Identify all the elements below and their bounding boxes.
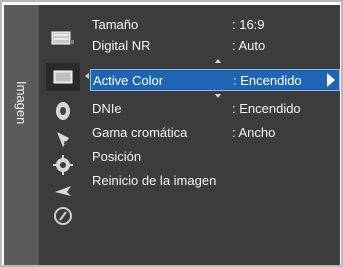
menu-row-label: Reinicio de la imagen [92, 173, 217, 188]
sound-icon[interactable] [51, 101, 75, 121]
tv-menu: Imagen Tamaño: 16:9 Digital NR: Auto A… [4, 5, 340, 265]
submenu-arrow-icon[interactable] [327, 73, 335, 87]
menu-row-label: Digital NR [92, 38, 151, 53]
picture-settings-icon[interactable] [46, 63, 80, 91]
support-icon[interactable] [51, 206, 75, 226]
settings-gear-icon[interactable] [51, 155, 75, 175]
category-icons [39, 5, 85, 265]
menu-row-value: : 16:9 [232, 17, 265, 32]
menu-row-value: : Auto [232, 38, 266, 53]
menu-row-label: DNIe [92, 101, 122, 116]
menu-row-label: Tamaño [92, 17, 139, 32]
screen-frame: Imagen Tamaño: 16:9 Digital NR: Auto A… [0, 0, 343, 267]
active-category-arrow-icon [85, 73, 89, 79]
menu-row-label: Posición [92, 149, 142, 164]
menu-row-digital-nr[interactable]: Digital NR : Auto [92, 36, 340, 56]
section-title: Imagen [14, 81, 29, 125]
menu-row-value: : Encendido [233, 73, 302, 88]
picture-tv-icon[interactable] [51, 29, 75, 49]
menu-row-size[interactable]: Tamaño : 16:9 [92, 15, 340, 35]
menu-row-dnie[interactable]: DNIe : Encendido [92, 99, 340, 119]
channel-icon[interactable] [51, 129, 75, 149]
menu-row-value: : Ancho [232, 125, 276, 140]
menu-row-position[interactable]: Posición [92, 147, 340, 167]
input-icon[interactable] [51, 181, 75, 201]
menu-row-active-color[interactable]: Active Color : Encendido [90, 69, 340, 91]
scroll-up-icon[interactable] [215, 59, 221, 63]
menu-row-label: Active Color [93, 73, 164, 88]
menu-row-label: Gama cromática [92, 125, 188, 140]
menu-row-value: : Encendido [232, 101, 301, 116]
scroll-down-icon[interactable] [215, 94, 221, 98]
menu-row-picture-reset[interactable]: Reinicio de la imagen [92, 171, 340, 191]
menu-row-color-gamut[interactable]: Gama cromática : Ancho [92, 123, 340, 143]
